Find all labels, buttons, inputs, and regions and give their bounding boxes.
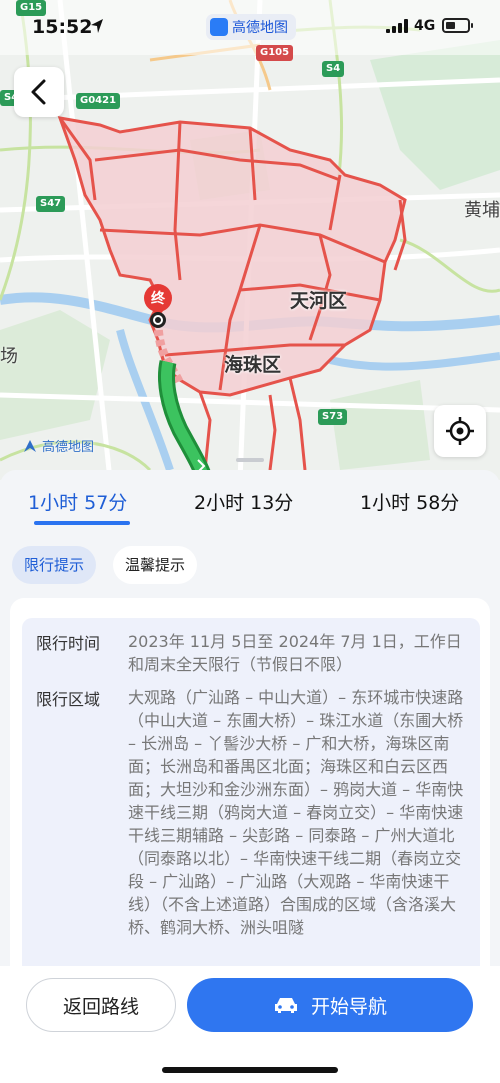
- route-tab-1[interactable]: 1小时 57分: [28, 488, 127, 515]
- start-navigation-label: 开始导航: [310, 995, 387, 1018]
- bottom-action-bar: 返回路线 开始导航: [0, 966, 500, 1083]
- network-type: 4G: [414, 18, 436, 34]
- locate-me-button[interactable]: [434, 405, 486, 457]
- route-tab-indicator: [34, 521, 130, 525]
- amap-app-icon: [210, 18, 228, 36]
- route-tab-2[interactable]: 2小时 13分: [194, 488, 293, 515]
- back-to-routes-button[interactable]: 返回路线: [26, 978, 176, 1032]
- car-icon: [274, 998, 297, 1013]
- start-navigation-button[interactable]: 开始导航: [187, 978, 473, 1032]
- road-tag-s4: S4: [322, 61, 345, 77]
- road-tag-s47: S47: [36, 196, 66, 212]
- map-logo: 高德地图: [22, 436, 94, 455]
- amap-logo-icon: [24, 439, 36, 452]
- road-tag-s73: S73: [318, 409, 348, 425]
- status-time: 15:52: [32, 16, 93, 38]
- chevron-left-icon: [31, 79, 46, 105]
- back-button[interactable]: [14, 67, 64, 117]
- battery-icon: [442, 18, 473, 33]
- road-tag-g0421: G0421: [76, 93, 121, 109]
- district-tianhe: 天河区: [290, 290, 348, 312]
- status-app-pill[interactable]: 高德地图: [206, 14, 296, 40]
- restriction-content[interactable]: 限行时间 2023年 11月 5日至 2024年 7月 1日，工作日和周末全天限…: [22, 618, 480, 998]
- route-tabs: 1小时 57分 2小时 13分 1小时 58分: [0, 470, 500, 532]
- restriction-area-value: 大观路（广汕路 – 中山大道）– 东环城市快速路（中山大道 – 东圃大桥）– 珠…: [128, 688, 464, 937]
- destination-marker[interactable]: 终: [144, 284, 172, 318]
- restriction-area-label: 限行区域: [36, 690, 101, 709]
- restriction-time-label: 限行时间: [36, 634, 101, 653]
- status-bar: 15:52 高德地图 4G: [0, 0, 500, 54]
- status-app-label: 高德地图: [232, 20, 288, 36]
- map-logo-text: 高德地图: [42, 440, 95, 455]
- restriction-time-value: 2023年 11月 5日至 2024年 7月 1日，工作日和周末全天限行（节假日…: [128, 632, 462, 674]
- drag-handle[interactable]: [236, 458, 264, 462]
- tab-restriction-tips[interactable]: 限行提示: [12, 546, 97, 584]
- map-canvas: [0, 0, 500, 480]
- map-view[interactable]: G15 G105 S4 G0421 S4 S47 S73 天河区 海珠区 黄埔 …: [0, 0, 500, 480]
- destination-point-icon: [150, 312, 166, 328]
- edge-label-left: 场: [0, 346, 18, 367]
- tab-warm-tips[interactable]: 温馨提示: [113, 546, 198, 584]
- edge-label-huangpu: 黄埔: [464, 200, 500, 221]
- restriction-card: 限行时间 2023年 11月 5日至 2024年 7月 1日，工作日和周末全天限…: [10, 598, 490, 998]
- route-tab-3[interactable]: 1小时 58分: [360, 488, 459, 515]
- district-haizhu: 海珠区: [224, 354, 282, 376]
- crosshair-icon: [446, 417, 474, 445]
- cellular-signal-icon: [386, 19, 408, 33]
- location-arrow-icon: [91, 19, 103, 33]
- home-indicator: [162, 1067, 338, 1073]
